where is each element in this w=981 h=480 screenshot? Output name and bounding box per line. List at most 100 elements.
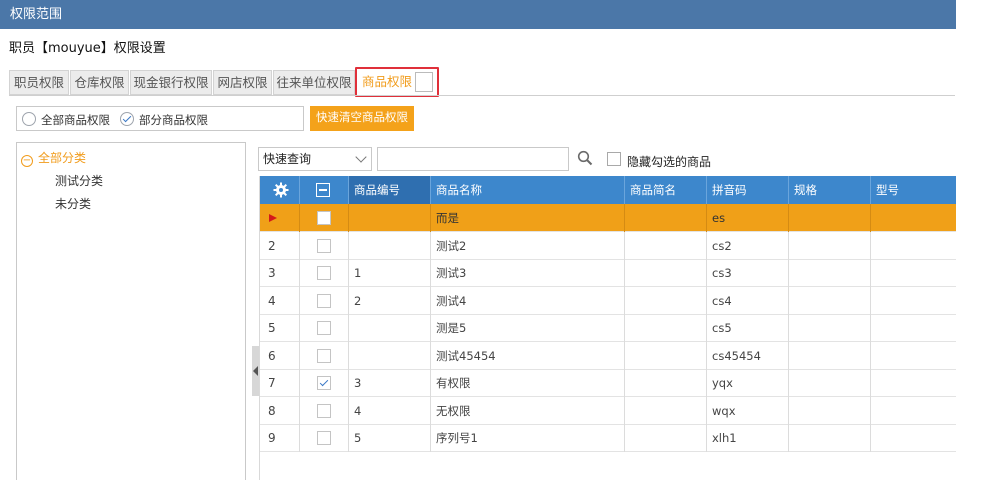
cell-name: 而是 bbox=[431, 204, 625, 232]
tree-node-test-category[interactable]: 测试分类 bbox=[55, 172, 103, 189]
row-checkbox-cell[interactable] bbox=[300, 204, 349, 232]
cell-model bbox=[871, 259, 956, 287]
cell-code: 1 bbox=[349, 259, 431, 287]
collapse-minus-icon[interactable]: − bbox=[21, 155, 33, 167]
panel-collapse-handle[interactable] bbox=[252, 346, 259, 396]
hide-checked-checkbox[interactable] bbox=[607, 152, 621, 166]
row-index bbox=[260, 204, 300, 232]
select-all-checkbox[interactable] bbox=[316, 183, 330, 197]
row-checkbox[interactable] bbox=[317, 321, 331, 335]
table-row[interactable]: 8 4 无权限 wqx bbox=[260, 396, 956, 425]
hide-checked-label: 隐藏勾选的商品 bbox=[627, 155, 712, 169]
tab-cash-bank-permission[interactable]: 现金银行权限 bbox=[130, 70, 212, 95]
row-checkbox[interactable] bbox=[317, 431, 331, 445]
row-checkbox-cell[interactable] bbox=[300, 286, 349, 315]
col-header-code[interactable]: 商品编号 bbox=[349, 176, 431, 204]
cell-model bbox=[871, 204, 956, 232]
cell-short-name bbox=[625, 424, 707, 452]
row-index: 4 bbox=[260, 286, 300, 315]
cell-name: 测试2 bbox=[431, 231, 625, 260]
table-row[interactable]: 5 测是5 cs5 bbox=[260, 314, 956, 342]
row-checkbox-cell[interactable] bbox=[300, 424, 349, 452]
row-checkbox-cell[interactable] bbox=[300, 369, 349, 397]
cell-pinyin: cs5 bbox=[707, 314, 789, 342]
row-checkbox-cell[interactable] bbox=[300, 259, 349, 287]
radio-all-products[interactable] bbox=[22, 112, 36, 126]
cell-short-name bbox=[625, 204, 707, 232]
tab-online-shop-permission[interactable]: 网店权限 bbox=[213, 70, 272, 95]
row-checkbox-cell[interactable] bbox=[300, 231, 349, 260]
cell-code bbox=[349, 231, 431, 260]
tab-contact-unit-permission[interactable]: 往来单位权限 bbox=[273, 70, 355, 95]
cell-spec bbox=[789, 341, 871, 370]
radio-all-products-label[interactable]: 全部商品权限 bbox=[41, 112, 110, 128]
col-header-name[interactable]: 商品名称 bbox=[431, 176, 625, 204]
current-row-flag-icon bbox=[269, 214, 277, 222]
cell-pinyin: es bbox=[707, 204, 789, 232]
row-checkbox[interactable] bbox=[317, 238, 331, 253]
cell-short-name bbox=[625, 314, 707, 342]
table-row[interactable]: 2 测试2 cs2 bbox=[260, 231, 956, 260]
table-row[interactable]: 3 1 测试3 cs3 bbox=[260, 259, 956, 287]
row-checkbox[interactable] bbox=[317, 266, 331, 280]
tree-node-uncategorized[interactable]: 未分类 bbox=[55, 195, 91, 212]
tab-divider bbox=[9, 95, 955, 96]
table-row[interactable]: 9 5 序列号1 xlh1 bbox=[260, 424, 956, 452]
cell-spec bbox=[789, 314, 871, 342]
col-header-model[interactable]: 型号 bbox=[871, 176, 956, 204]
cell-pinyin: cs3 bbox=[707, 259, 789, 287]
table-row[interactable]: 6 测试45454 cs45454 bbox=[260, 341, 956, 370]
row-checkbox-cell[interactable] bbox=[300, 341, 349, 370]
search-icon[interactable] bbox=[577, 150, 593, 166]
row-checkbox[interactable] bbox=[317, 293, 331, 308]
radio-partial-products[interactable] bbox=[120, 112, 134, 126]
tree-node-all-categories[interactable]: − 全部分类 bbox=[21, 149, 86, 167]
cell-pinyin: cs4 bbox=[707, 286, 789, 315]
cell-model bbox=[871, 342, 956, 370]
col-header-short-name[interactable]: 商品简名 bbox=[625, 176, 707, 204]
cell-spec bbox=[789, 231, 871, 260]
tree-node-label: 全部分类 bbox=[38, 151, 87, 165]
radio-partial-products-label[interactable]: 部分商品权限 bbox=[139, 112, 208, 128]
row-checkbox-cell[interactable] bbox=[300, 314, 349, 342]
chevron-down-icon bbox=[355, 151, 367, 163]
grid-settings-cell[interactable] bbox=[260, 176, 300, 204]
row-index: 5 bbox=[260, 314, 300, 342]
cell-short-name bbox=[625, 259, 707, 287]
cell-short-name bbox=[625, 341, 707, 370]
cell-spec bbox=[789, 424, 871, 452]
tab-product-permission[interactable]: 商品权限 bbox=[355, 67, 439, 97]
cell-name: 测试3 bbox=[431, 259, 625, 287]
cell-pinyin: xlh1 bbox=[707, 424, 789, 452]
cell-pinyin: wqx bbox=[707, 396, 789, 425]
row-checkbox[interactable] bbox=[317, 376, 331, 390]
cell-pinyin: cs45454 bbox=[707, 341, 789, 370]
query-mode-select[interactable]: 快速查询 bbox=[258, 147, 372, 171]
clear-product-permission-button[interactable]: 快速清空商品权限 bbox=[310, 106, 414, 131]
table-row[interactable]: 7 3 有权限 yqx bbox=[260, 369, 956, 397]
cell-name: 序列号1 bbox=[431, 424, 625, 452]
search-input[interactable] bbox=[377, 147, 569, 171]
row-checkbox-cell[interactable] bbox=[300, 396, 349, 425]
cell-spec bbox=[789, 286, 871, 315]
cell-code bbox=[349, 204, 431, 232]
row-checkbox[interactable] bbox=[317, 348, 331, 363]
table-row[interactable]: 而是 es bbox=[260, 204, 956, 232]
cell-short-name bbox=[625, 231, 707, 260]
select-all-cell[interactable] bbox=[300, 176, 349, 204]
col-header-spec[interactable]: 规格 bbox=[789, 176, 871, 204]
row-checkbox[interactable] bbox=[317, 403, 331, 418]
tab-product-permission-label: 商品权限 bbox=[362, 74, 413, 89]
tab-warehouse-permission[interactable]: 仓库权限 bbox=[70, 70, 129, 95]
cell-model bbox=[871, 397, 956, 425]
window-title: 权限范围 bbox=[10, 7, 63, 22]
cell-short-name bbox=[625, 396, 707, 425]
cell-code bbox=[349, 341, 431, 370]
col-header-pinyin[interactable]: 拼音码 bbox=[707, 176, 789, 204]
row-index: 7 bbox=[260, 369, 300, 397]
cell-spec bbox=[789, 204, 871, 232]
cell-model bbox=[871, 287, 956, 315]
table-row[interactable]: 4 2 测试4 cs4 bbox=[260, 286, 956, 315]
tab-staff-permission[interactable]: 职员权限 bbox=[9, 70, 69, 95]
row-checkbox[interactable] bbox=[317, 211, 331, 225]
